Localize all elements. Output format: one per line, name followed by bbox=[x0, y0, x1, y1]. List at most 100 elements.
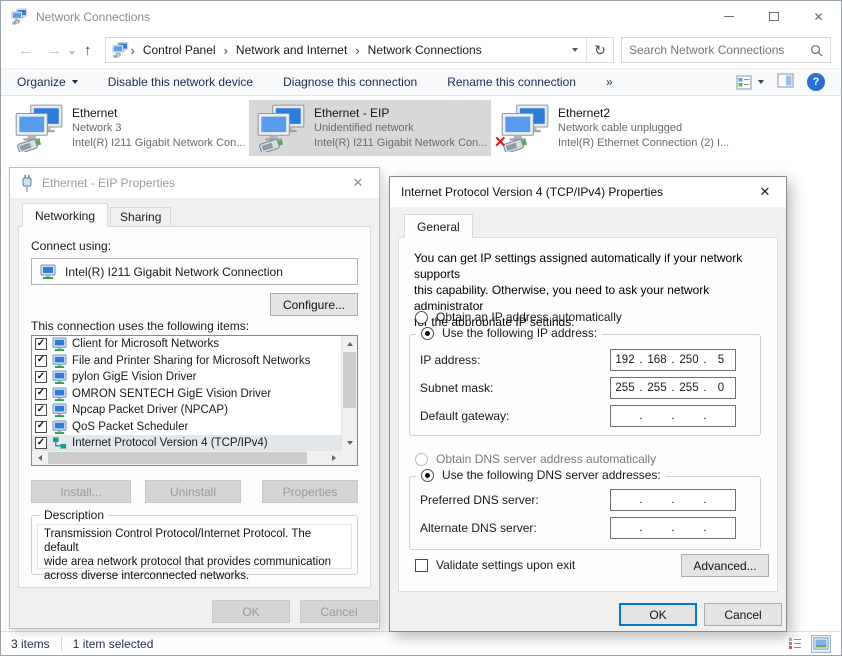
preview-pane-button[interactable] bbox=[777, 73, 794, 91]
breadcrumb-network-and-internet[interactable]: Network and Internet bbox=[230, 43, 353, 57]
check-icon: ✓ bbox=[37, 405, 45, 415]
alternate-dns-input[interactable]: . . . bbox=[610, 517, 736, 539]
radio-use-dns[interactable]: Use the following DNS server addresses: bbox=[416, 468, 666, 482]
scroll-up-icon[interactable] bbox=[342, 336, 357, 351]
radio-unselected-icon[interactable] bbox=[415, 311, 428, 324]
checkbox-checked[interactable]: ✓ bbox=[35, 371, 47, 383]
thumbnail-view-icon bbox=[813, 637, 829, 650]
thumbnail-view-button[interactable] bbox=[811, 635, 831, 653]
minimize-button[interactable] bbox=[706, 1, 751, 32]
checkbox-checked[interactable]: ✓ bbox=[35, 437, 47, 449]
close-button[interactable]: ✕ bbox=[796, 1, 841, 32]
checkbox-checked[interactable]: ✓ bbox=[35, 355, 47, 367]
address-dropdown-icon[interactable] bbox=[564, 48, 586, 52]
radio-selected-icon[interactable] bbox=[421, 469, 434, 482]
horizontal-scrollbar[interactable] bbox=[32, 450, 341, 465]
subnet-mask-input[interactable]: 255. 255. 255. 0 bbox=[610, 377, 736, 399]
diagnose-connection-button[interactable]: Diagnose this connection bbox=[283, 75, 417, 89]
eip-close-button[interactable]: ✕ bbox=[337, 168, 379, 198]
up-button[interactable]: ↑ bbox=[77, 43, 99, 58]
ipv4-close-button[interactable]: ✕ bbox=[744, 177, 786, 207]
maximize-icon bbox=[769, 12, 779, 21]
default-gateway-input[interactable]: . . . bbox=[610, 405, 736, 427]
radio-obtain-ip[interactable]: Obtain an IP address automatically bbox=[415, 310, 622, 324]
validate-settings-checkbox-row[interactable]: Validate settings upon exit bbox=[415, 558, 575, 572]
list-item[interactable]: ✓ Client for Microsoft Networks bbox=[32, 336, 341, 353]
details-view-button[interactable] bbox=[785, 635, 805, 653]
eip-cancel-button[interactable]: Cancel bbox=[300, 600, 378, 623]
radio-use-ip[interactable]: Use the following IP address: bbox=[416, 326, 602, 340]
navigation-bar: ← → ↑ › Control Panel › Network and Inte… bbox=[1, 32, 841, 68]
radio-selected-icon[interactable] bbox=[421, 327, 434, 340]
checkbox-checked[interactable]: ✓ bbox=[35, 338, 47, 350]
adapter-tile-ethernet[interactable]: Ethernet Network 3 Intel(R) I211 Gigabit… bbox=[7, 100, 249, 156]
uninstall-button[interactable]: Uninstall bbox=[145, 480, 241, 503]
scroll-left-icon[interactable] bbox=[32, 451, 47, 465]
check-icon: ✓ bbox=[37, 355, 45, 365]
list-item[interactable]: ✓ File and Printer Sharing for Microsoft… bbox=[32, 353, 341, 370]
checkbox-checked[interactable]: ✓ bbox=[35, 404, 47, 416]
tab-networking[interactable]: Networking bbox=[22, 203, 108, 227]
checkbox-checked[interactable]: ✓ bbox=[35, 421, 47, 433]
forward-button[interactable]: → bbox=[40, 43, 69, 58]
network-adapter-unplugged-icon: ✕ bbox=[497, 104, 551, 152]
search-input[interactable] bbox=[629, 43, 810, 57]
back-button[interactable]: ← bbox=[11, 43, 40, 58]
ipv4-cancel-button[interactable]: Cancel bbox=[704, 603, 782, 626]
ipv4-ok-button[interactable]: OK bbox=[619, 603, 697, 626]
scroll-right-icon[interactable] bbox=[326, 451, 341, 465]
change-view-button[interactable] bbox=[736, 75, 764, 90]
breadcrumb-network-connections[interactable]: Network Connections bbox=[362, 43, 488, 57]
vertical-scrollbar[interactable] bbox=[341, 336, 357, 450]
maximize-button[interactable] bbox=[751, 1, 796, 32]
view-options-icon bbox=[736, 75, 752, 90]
eip-dialog-titlebar: Ethernet - EIP Properties bbox=[10, 168, 379, 198]
description-groupbox: Description Transmission Control Protoco… bbox=[31, 515, 358, 575]
networking-tab-panel: Connect using: Intel(R) I211 Gigabit Net… bbox=[18, 226, 371, 588]
breadcrumb-separator-icon: › bbox=[129, 43, 137, 58]
organize-menu[interactable]: Organize bbox=[17, 75, 78, 89]
tab-sharing[interactable]: Sharing bbox=[110, 207, 171, 227]
network-connections-window: Network Connections ✕ ← → ↑ › Control Pa… bbox=[0, 0, 842, 656]
scrollbar-thumb[interactable] bbox=[48, 452, 307, 464]
list-item[interactable]: ✓ OMRON SENTECH GigE Vision Driver bbox=[32, 386, 341, 403]
window-title: Network Connections bbox=[36, 10, 150, 24]
preferred-dns-input[interactable]: . . . bbox=[610, 489, 736, 511]
breadcrumb-separator-icon: › bbox=[353, 43, 361, 58]
ipv4-properties-dialog: Internet Protocol Version 4 (TCP/IPv4) P… bbox=[389, 176, 787, 632]
scroll-down-icon[interactable] bbox=[342, 435, 357, 450]
advanced-button[interactable]: Advanced... bbox=[681, 554, 769, 577]
configure-button[interactable]: Configure... bbox=[270, 293, 358, 316]
install-button[interactable]: Install... bbox=[31, 480, 131, 503]
disable-device-button[interactable]: Disable this network device bbox=[108, 75, 253, 89]
help-button[interactable]: ? bbox=[807, 73, 825, 91]
list-item[interactable]: ✓ pylon GigE Vision Driver bbox=[32, 369, 341, 386]
close-icon: ✕ bbox=[760, 184, 771, 200]
status-bar: 3 items 1 item selected bbox=[1, 631, 841, 655]
chevron-down-icon bbox=[72, 80, 78, 84]
adapter-device: Intel(R) I211 Gigabit Network Con... bbox=[72, 136, 245, 151]
network-adapter-icon bbox=[253, 104, 307, 152]
list-item[interactable]: ✓ QoS Packet Scheduler bbox=[32, 419, 341, 436]
list-item-selected-tcpip4[interactable]: ✓ Internet Protocol Version 4 (TCP/IPv4) bbox=[32, 435, 341, 450]
checkbox-unchecked[interactable] bbox=[415, 559, 428, 572]
breadcrumb-control-panel[interactable]: Control Panel bbox=[137, 43, 222, 57]
eip-ok-button[interactable]: OK bbox=[212, 600, 290, 623]
description-text: Transmission Control Protocol/Internet P… bbox=[37, 524, 352, 569]
scrollbar-thumb[interactable] bbox=[343, 352, 356, 408]
search-box[interactable] bbox=[621, 37, 831, 63]
address-bar[interactable]: › Control Panel › Network and Internet ›… bbox=[105, 37, 615, 63]
rename-connection-button[interactable]: Rename this connection bbox=[447, 75, 576, 89]
checkbox-checked[interactable]: ✓ bbox=[35, 388, 47, 400]
preview-pane-icon bbox=[777, 73, 794, 88]
toolbar-overflow-button[interactable]: » bbox=[606, 75, 613, 89]
list-item[interactable]: ✓ Npcap Packet Driver (NPCAP) bbox=[32, 402, 341, 419]
adapter-tile-ethernet-eip[interactable]: Ethernet - EIP Unidentified network Inte… bbox=[249, 100, 491, 156]
close-icon: ✕ bbox=[353, 175, 364, 191]
history-chevron-icon[interactable] bbox=[69, 44, 75, 58]
tab-general[interactable]: General bbox=[404, 214, 473, 238]
refresh-button[interactable]: ↻ bbox=[586, 38, 613, 62]
ip-address-input[interactable]: 192. 168. 250. 5 bbox=[610, 349, 736, 371]
properties-button[interactable]: Properties bbox=[262, 480, 358, 503]
adapter-tile-ethernet2[interactable]: ✕ Ethernet2 Network cable unplugged Inte… bbox=[493, 100, 735, 156]
